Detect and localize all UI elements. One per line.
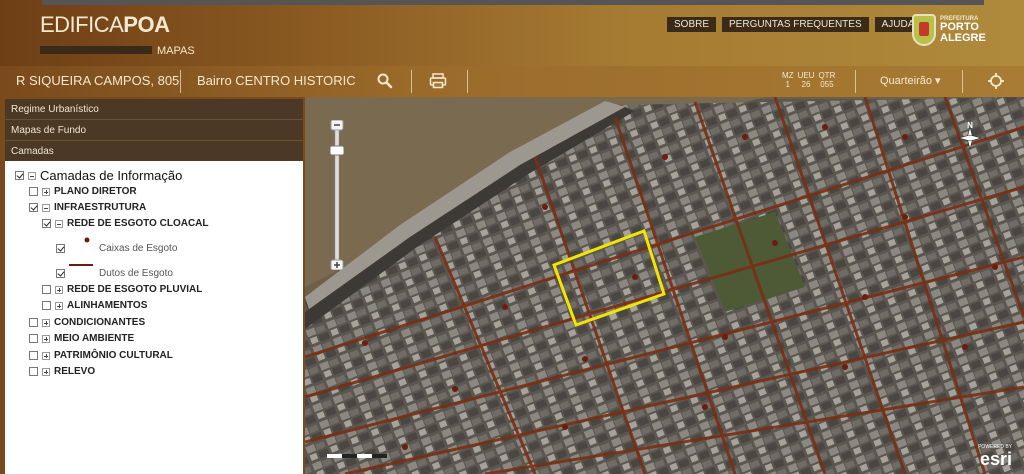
- map-view[interactable]: N POWERED BY esri: [305, 97, 1024, 474]
- checkbox[interactable]: [29, 187, 38, 196]
- layer-label: PATRIMÔNIO CULTURAL: [54, 350, 173, 361]
- layer-infraestrutura: INFRAESTRUTURA: [29, 202, 146, 213]
- expand-toggle[interactable]: [55, 301, 63, 310]
- checkbox[interactable]: [29, 203, 38, 212]
- layer-label: ALINHAMENTOS: [67, 300, 148, 311]
- zone-info: MZ UEU QTR 1 26 055: [782, 71, 835, 89]
- layer-condicionantes: CONDICIONANTES: [29, 317, 145, 328]
- quarteirao-dropdown[interactable]: Quarteirão ▾: [880, 74, 941, 87]
- pipe-symbol-icon: [69, 264, 93, 266]
- zoom-slider[interactable]: [330, 120, 344, 270]
- expand-toggle[interactable]: [42, 367, 50, 376]
- checkbox[interactable]: [42, 285, 51, 294]
- qtr-label: QTR: [818, 71, 836, 80]
- brand-prefix: EDIFICA: [40, 12, 124, 37]
- nav-perguntas-button[interactable]: PERGUNTAS FREQUENTES: [722, 17, 869, 32]
- layer-label: REDE DE ESGOTO PLUVIAL: [67, 284, 203, 295]
- app-subtitle: MAPAS: [157, 45, 195, 57]
- scale-bar: [327, 454, 387, 458]
- app-header: EDIFICAPOA MAPAS SOBRE PERGUNTAS FREQUEN…: [0, 0, 1024, 66]
- layer-rede-cloacal: REDE DE ESGOTO CLOACAL: [42, 218, 209, 229]
- layer-rede-pluvial: REDE DE ESGOTO PLUVIAL: [42, 284, 202, 295]
- esri-logo[interactable]: POWERED BY esri: [978, 445, 1012, 469]
- layer-patrimonio-cultural: PATRIMÔNIO CULTURAL: [29, 350, 173, 361]
- app-logo[interactable]: EDIFICAPOA: [40, 12, 170, 38]
- mz-label: MZ: [782, 71, 794, 80]
- expand-toggle[interactable]: [55, 285, 63, 294]
- search-icon[interactable]: [376, 72, 394, 90]
- layer-label: Caixas de Esgoto: [99, 242, 178, 254]
- top-nav: SOBRE PERGUNTAS FREQUENTES AJUDA: [667, 17, 922, 32]
- layer-label: REDE DE ESGOTO CLOACAL: [67, 218, 209, 229]
- divider: [467, 70, 468, 93]
- checkbox[interactable]: [56, 268, 65, 278]
- compass-n-label: N: [967, 121, 973, 130]
- bairro-field[interactable]: Bairro CENTRO HISTORIC: [197, 73, 356, 88]
- divider: [180, 70, 181, 93]
- attribution-brand: esri: [979, 449, 1012, 469]
- checkbox[interactable]: [29, 318, 38, 327]
- locate-icon[interactable]: [987, 72, 1005, 90]
- expand-toggle[interactable]: [42, 351, 50, 360]
- layers-panel: Regime Urbanístico Mapas de Fundo Camada…: [0, 97, 305, 474]
- collapse-toggle[interactable]: [28, 171, 36, 180]
- brand-underline: [40, 46, 152, 54]
- ueu-label: UEU: [797, 71, 815, 80]
- layer-caixas-esgoto: Caixas de Esgoto: [56, 237, 177, 259]
- ueu-value: 26: [801, 80, 811, 89]
- checkbox[interactable]: [29, 351, 38, 360]
- layer-label: CONDICIONANTES: [54, 317, 146, 328]
- layer-label: PLANO DIRETOR: [54, 186, 137, 197]
- section-regime-urbanistico[interactable]: Regime Urbanístico: [5, 99, 303, 120]
- divider: [962, 70, 963, 93]
- checkbox[interactable]: [29, 367, 38, 376]
- expand-toggle[interactable]: [42, 318, 50, 327]
- logo-line3: ALEGRE: [940, 32, 986, 44]
- mz-value: 1: [785, 80, 790, 89]
- layer-label: Dutos de Esgoto: [99, 267, 173, 279]
- section-camadas[interactable]: Camadas: [5, 141, 303, 162]
- layer-label: RELEVO: [54, 366, 96, 377]
- collapse-toggle[interactable]: [55, 219, 63, 228]
- north-arrow-icon: N: [957, 121, 983, 151]
- divider: [411, 70, 412, 93]
- layer-label: INFRAESTRUTURA: [54, 202, 147, 213]
- address-field[interactable]: R SIQUEIRA CAMPOS, 805: [16, 73, 179, 88]
- tree-root-label: Camadas de Informação: [40, 168, 183, 183]
- layer-alinhamentos: ALINHAMENTOS: [42, 300, 147, 311]
- manhole-symbol-icon: [84, 237, 90, 243]
- checkbox[interactable]: [56, 243, 65, 253]
- collapse-toggle[interactable]: [42, 203, 50, 212]
- nav-sobre-button[interactable]: SOBRE: [667, 17, 717, 32]
- qtr-value: 055: [820, 80, 834, 89]
- print-icon[interactable]: [429, 72, 447, 90]
- layer-meio-ambiente: MEIO AMBIENTE: [29, 333, 134, 344]
- aerial-map[interactable]: [305, 97, 1024, 474]
- prefeitura-logo[interactable]: PREFEITURA PORTO ALEGRE: [912, 14, 986, 46]
- section-mapas-de-fundo[interactable]: Mapas de Fundo: [5, 120, 303, 141]
- layer-plano-diretor: PLANO DIRETOR: [29, 186, 137, 197]
- expand-toggle[interactable]: [42, 187, 50, 196]
- city-seal-icon: [912, 14, 936, 46]
- expand-toggle[interactable]: [42, 334, 50, 343]
- divider: [855, 70, 856, 93]
- header-top-strip: [42, 0, 984, 5]
- layer-dutos-esgoto: Dutos de Esgoto: [56, 262, 173, 284]
- layer-label: MEIO AMBIENTE: [54, 333, 135, 344]
- layer-tree: Camadas de Informação PLANO DIRETOR INFR…: [5, 161, 303, 474]
- layer-relevo: RELEVO: [29, 366, 95, 377]
- checkbox[interactable]: [42, 219, 51, 228]
- checkbox[interactable]: [15, 171, 24, 180]
- checkbox[interactable]: [42, 301, 51, 310]
- tree-root: Camadas de Informação: [15, 168, 182, 183]
- checkbox[interactable]: [29, 334, 38, 343]
- search-toolbar: R SIQUEIRA CAMPOS, 805 Bairro CENTRO HIS…: [0, 66, 1024, 97]
- brand-suffix: POA: [123, 12, 170, 37]
